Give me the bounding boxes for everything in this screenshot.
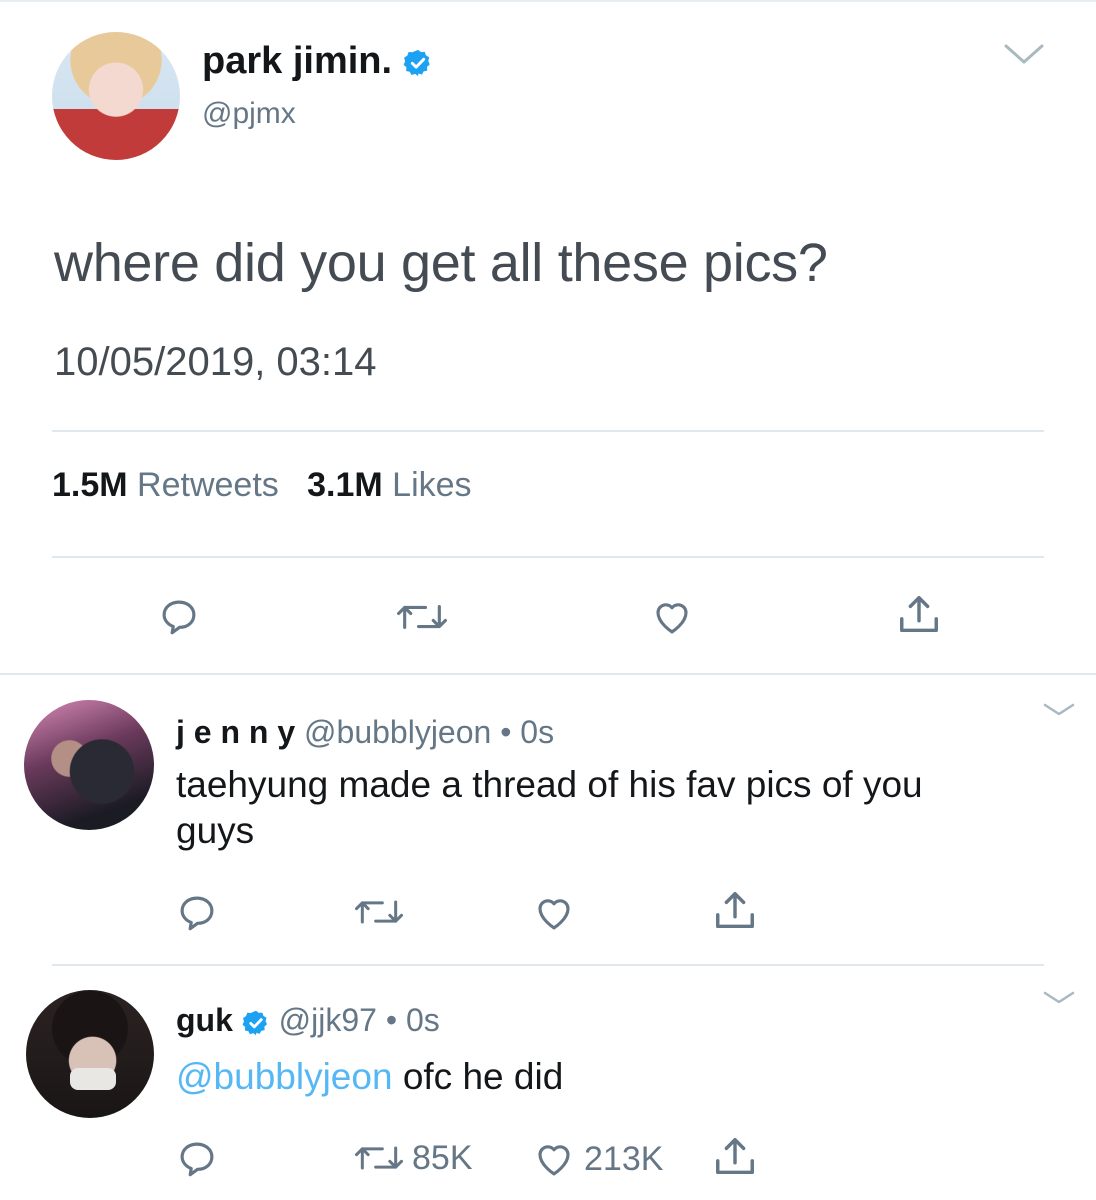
top-divider: [0, 0, 1096, 2]
reply-handle[interactable]: @bubblyjeon: [304, 714, 491, 750]
reply-time[interactable]: 0s: [520, 714, 554, 750]
reply-icon[interactable]: [158, 596, 200, 638]
engagement-stats: 1.5M Retweets 3.1M Likes: [52, 466, 472, 505]
reply-time[interactable]: 0s: [406, 1002, 440, 1038]
reply-icon[interactable]: [176, 1138, 218, 1180]
tweet-text: where did you get all these pics?: [54, 233, 828, 293]
tweet-timestamp[interactable]: 10/05/2019, 03:14: [54, 340, 377, 385]
divider: [52, 556, 1044, 558]
share-icon[interactable]: [896, 592, 942, 638]
chevron-down-icon[interactable]: [1002, 40, 1046, 68]
reply-text: @bubblyjeon ofc he did: [176, 1054, 563, 1100]
retweet-count: 85K: [412, 1138, 473, 1177]
reply-handle[interactable]: @jjk97: [279, 1002, 377, 1038]
chevron-down-icon[interactable]: [1042, 988, 1076, 1008]
reply-header: j e n n y @bubblyjeon • 0s: [176, 714, 554, 751]
likes-label[interactable]: Likes: [392, 466, 471, 504]
reply-display-name[interactable]: j e n n y: [176, 714, 295, 750]
divider: [52, 430, 1044, 432]
author-display-name[interactable]: park jimin.: [202, 40, 392, 82]
avatar[interactable]: [24, 700, 154, 830]
mention-link[interactable]: @bubblyjeon: [176, 1056, 393, 1097]
separator-dot: •: [500, 714, 512, 750]
reply-display-name[interactable]: guk: [176, 1002, 233, 1038]
like-icon[interactable]: [650, 596, 694, 638]
like-action[interactable]: 213K: [532, 1138, 663, 1180]
verified-badge-icon: [403, 49, 430, 77]
reply-text: taehyung made a thread of his fav pics o…: [176, 762, 923, 854]
chevron-down-icon[interactable]: [1042, 700, 1076, 720]
separator-dot: •: [385, 1002, 398, 1038]
reply-icon[interactable]: [176, 892, 218, 934]
retweet-icon[interactable]: [396, 596, 448, 638]
like-icon[interactable]: [532, 892, 576, 934]
retweets-label[interactable]: Retweets: [137, 466, 279, 504]
divider: [52, 964, 1044, 966]
reply-header: guk @jjk97 • 0s: [176, 1002, 440, 1039]
author-handle[interactable]: @pjmx: [202, 97, 296, 131]
retweet-icon[interactable]: [354, 892, 404, 932]
avatar[interactable]: [26, 990, 154, 1118]
avatar[interactable]: [52, 32, 180, 160]
like-icon[interactable]: [532, 1138, 576, 1180]
like-count: 213K: [584, 1139, 664, 1178]
reply-text-line: taehyung made a thread of his fav pics o…: [176, 764, 923, 805]
retweets-count[interactable]: 1.5M: [52, 466, 128, 504]
retweet-action[interactable]: 85K: [354, 1138, 473, 1178]
reply-text-line: guys: [176, 810, 255, 851]
divider: [0, 673, 1096, 675]
share-icon[interactable]: [712, 1134, 758, 1180]
retweet-icon[interactable]: [354, 1138, 404, 1178]
author-name[interactable]: park jimin.: [202, 40, 433, 83]
likes-count[interactable]: 3.1M: [307, 466, 383, 504]
reply-text-content: ofc he did: [392, 1056, 564, 1097]
verified-badge-icon: [242, 1010, 267, 1035]
share-icon[interactable]: [712, 888, 758, 934]
